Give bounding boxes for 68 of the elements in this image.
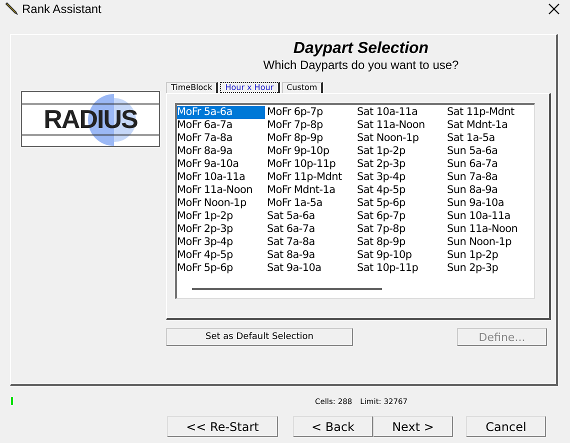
list-item[interactable]: MoFr 10p-11p bbox=[267, 158, 357, 171]
list-item[interactable]: Sat 1p-2p bbox=[357, 145, 447, 158]
list-item[interactable]: MoFr 5p-6p bbox=[177, 262, 267, 275]
close-icon[interactable] bbox=[548, 3, 560, 15]
list-item[interactable]: Sat 5a-6a bbox=[267, 210, 357, 223]
tab[interactable]: Hour x Hour bbox=[220, 82, 280, 93]
page-subtitle: Which Dayparts do you want to use? bbox=[263, 58, 459, 72]
list-item[interactable]: Sat 5p-6p bbox=[357, 197, 447, 210]
list-item[interactable]: Sun 8a-9a bbox=[447, 184, 537, 197]
list-item[interactable]: Sat 9p-10p bbox=[357, 249, 447, 262]
list-item[interactable]: MoFr 1p-2p bbox=[177, 210, 267, 223]
progress-indicator bbox=[11, 397, 13, 405]
list-item[interactable]: MoFr 8p-9p bbox=[267, 132, 357, 145]
list-item[interactable]: Sun 5a-6a bbox=[447, 145, 537, 158]
list-item[interactable]: Sun 7a-8a bbox=[447, 171, 537, 184]
list-item[interactable]: MoFr 5a-6a bbox=[177, 106, 265, 119]
scrollbar[interactable] bbox=[192, 288, 382, 290]
list-item[interactable]: Sun 6a-7a bbox=[447, 158, 537, 171]
list-item[interactable]: MoFr 8a-9a bbox=[177, 145, 267, 158]
list-item[interactable]: MoFr 11p-Mdnt bbox=[267, 171, 357, 184]
list-item[interactable]: Sun 1p-2p bbox=[447, 249, 537, 262]
list-item[interactable]: MoFr 9p-10p bbox=[267, 145, 357, 158]
list-item[interactable]: MoFr Noon-1p bbox=[177, 197, 267, 210]
list-item[interactable]: MoFr Mdnt-1a bbox=[267, 184, 357, 197]
list-item[interactable]: Sat 10a-11a bbox=[357, 106, 447, 119]
list-item[interactable]: Sat 8p-9p bbox=[357, 236, 447, 249]
list-item[interactable]: Sun Noon-1p bbox=[447, 236, 537, 249]
nav-button[interactable]: < Back bbox=[293, 416, 373, 437]
list-item[interactable]: Sat 6p-7p bbox=[357, 210, 447, 223]
list-item[interactable]: MoFr 11a-Noon bbox=[177, 184, 267, 197]
list-item[interactable]: Sat 11p-Mdnt bbox=[447, 106, 537, 119]
list-item[interactable]: Sat 7p-8p bbox=[357, 223, 447, 236]
list-item[interactable]: MoFr 6p-7p bbox=[267, 106, 357, 119]
list-item[interactable]: Sun 9a-10a bbox=[447, 197, 537, 210]
tab[interactable]: Custom bbox=[282, 82, 324, 93]
list-item[interactable]: MoFr 7a-8a bbox=[177, 132, 267, 145]
list-item[interactable]: Sat 11a-Noon bbox=[357, 119, 447, 132]
list-item[interactable]: Sun 2p-3p bbox=[447, 262, 537, 275]
list-item[interactable]: Sat 8a-9a bbox=[267, 249, 357, 262]
list-item[interactable]: Sat 10p-11p bbox=[357, 262, 447, 275]
nav-button[interactable]: << Re-Start bbox=[167, 416, 278, 437]
nav-button[interactable]: Cancel bbox=[466, 416, 546, 437]
list-item[interactable]: Sat 4p-5p bbox=[357, 184, 447, 197]
nav-button[interactable]: Next > bbox=[373, 416, 453, 437]
list-item[interactable]: MoFr 6a-7a bbox=[177, 119, 267, 132]
list-item[interactable]: Sat 6a-7a bbox=[267, 223, 357, 236]
list-item[interactable]: Sat 1a-5a bbox=[447, 132, 537, 145]
list-item[interactable]: MoFr 2p-3p bbox=[177, 223, 267, 236]
list-item[interactable]: Sat Mdnt-1a bbox=[447, 119, 537, 132]
logo-text: RADIUS bbox=[44, 104, 138, 134]
list-item[interactable]: Sat 9a-10a bbox=[267, 262, 357, 275]
list-item[interactable]: Sat Noon-1p bbox=[357, 132, 447, 145]
list-item[interactable]: Sun 10a-11a bbox=[447, 210, 537, 223]
list-item[interactable]: MoFr 7p-8p bbox=[267, 119, 357, 132]
default-selection-button[interactable]: Set as Default Selection bbox=[166, 328, 353, 346]
list-item[interactable]: Sat 7a-8a bbox=[267, 236, 357, 249]
list-item[interactable]: MoFr 3p-4p bbox=[177, 236, 267, 249]
list-item[interactable]: MoFr 1a-5a bbox=[267, 197, 357, 210]
window-title: Rank Assistant bbox=[22, 2, 102, 16]
list-item[interactable]: MoFr 9a-10a bbox=[177, 158, 267, 171]
list-item[interactable]: Sat 2p-3p bbox=[357, 158, 447, 171]
pen-icon bbox=[4, 2, 18, 16]
tab[interactable]: TimeBlock bbox=[166, 82, 218, 93]
list-item[interactable]: Sun 11a-Noon bbox=[447, 223, 537, 236]
list-item[interactable]: MoFr 10a-11a bbox=[177, 171, 267, 184]
page-heading: Daypart Selection bbox=[293, 40, 429, 58]
list-item[interactable]: Sat 3p-4p bbox=[357, 171, 447, 184]
list-item[interactable]: MoFr 4p-5p bbox=[177, 249, 267, 262]
